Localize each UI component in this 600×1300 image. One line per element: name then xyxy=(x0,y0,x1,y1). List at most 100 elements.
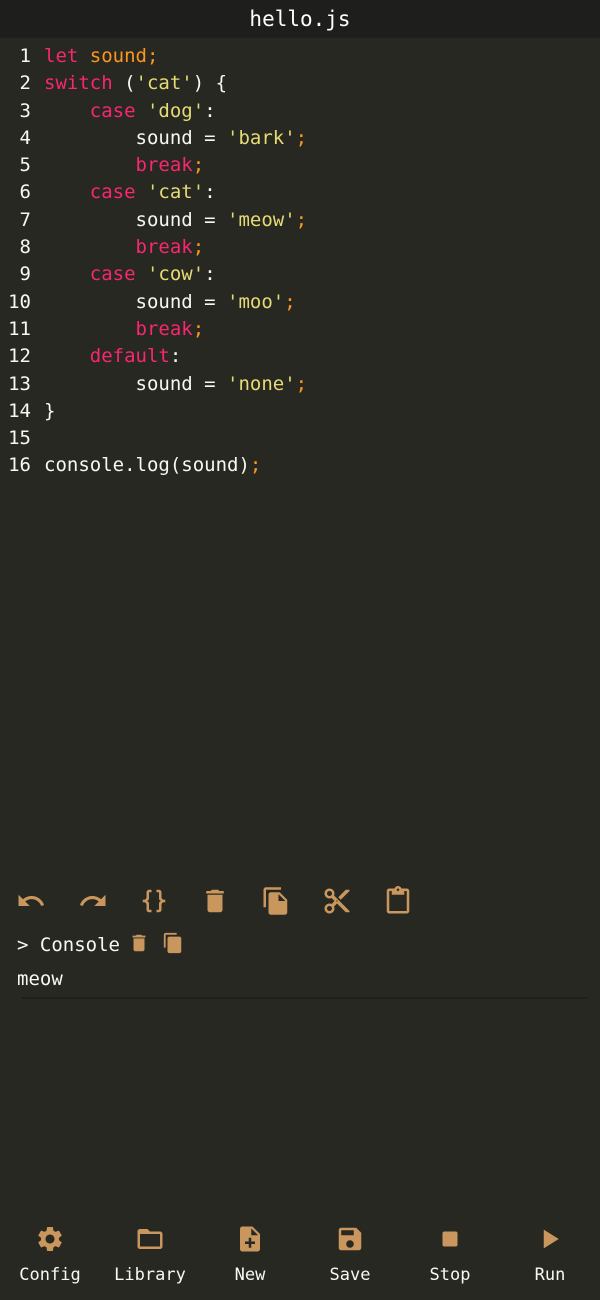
console-output: meow xyxy=(17,968,63,990)
code-text: case 'cat': xyxy=(31,179,216,206)
code-text: sound = 'moo'; xyxy=(31,289,296,316)
code-text: default: xyxy=(31,343,182,370)
code-line[interactable]: 12 default: xyxy=(0,343,600,370)
line-number: 3 xyxy=(19,99,31,122)
line-number: 9 xyxy=(19,263,31,286)
play-icon xyxy=(533,1222,567,1256)
code-text: case 'dog': xyxy=(31,98,216,125)
redo-icon[interactable] xyxy=(76,884,110,918)
line-number: 16 xyxy=(8,454,31,477)
code-line[interactable]: 14} xyxy=(0,398,600,425)
console-header: > Console xyxy=(17,930,188,960)
code-token: ; xyxy=(192,154,205,177)
code-text: sound = 'bark'; xyxy=(31,125,308,152)
code-token: 'moo' xyxy=(227,290,285,313)
code-token: : xyxy=(204,263,216,286)
code-token: ) { xyxy=(192,72,228,95)
code-token: sound = xyxy=(44,126,228,149)
line-number: 15 xyxy=(8,427,31,450)
code-token: 'cat' xyxy=(146,181,205,204)
line-number: 14 xyxy=(8,399,31,422)
code-line[interactable]: 7 sound = 'meow'; xyxy=(0,207,600,234)
folder-icon xyxy=(133,1222,167,1256)
clear-console-icon[interactable] xyxy=(128,932,154,958)
code-token: ( xyxy=(112,72,136,95)
save-label: Save xyxy=(329,1265,371,1285)
code-text: sound = 'none'; xyxy=(31,371,308,398)
code-editor[interactable]: 1 let sound; 2 switch ('cat') {3 case 'dog'… xyxy=(0,43,600,480)
code-line[interactable]: 16 console.log(sound); xyxy=(0,452,600,479)
line-number: 12 xyxy=(8,345,31,368)
code-line[interactable]: 15 xyxy=(0,425,600,452)
code-text: switch ('cat') { xyxy=(31,70,227,97)
config-button[interactable]: Config xyxy=(0,1222,100,1292)
code-token: break xyxy=(135,236,193,259)
new-button[interactable]: New xyxy=(200,1222,300,1292)
code-line[interactable]: 9 case 'cow': xyxy=(0,261,600,288)
new-file-icon xyxy=(233,1222,267,1256)
title-bar: hello.js xyxy=(0,0,600,38)
line-number: 1 xyxy=(19,45,31,67)
code-line[interactable]: 8 break; xyxy=(0,234,600,261)
undo-icon[interactable] xyxy=(14,884,48,918)
line-number: 13 xyxy=(8,372,31,395)
code-line[interactable]: 5 break; xyxy=(0,152,600,179)
code-text: break; xyxy=(31,316,205,343)
code-token: ; xyxy=(192,236,205,259)
code-token: ; xyxy=(295,208,308,231)
paste-icon[interactable] xyxy=(381,884,415,918)
code-line[interactable]: 2 switch ('cat') { xyxy=(0,70,600,97)
code-line[interactable]: 10 sound = 'moo'; xyxy=(0,289,600,316)
code-token: ; xyxy=(249,454,262,477)
code-token: sound = xyxy=(44,208,228,231)
code-token: 'none' xyxy=(227,372,296,395)
code-token: ; xyxy=(146,45,159,67)
line-number: 7 xyxy=(19,208,31,231)
copy-console-icon[interactable] xyxy=(162,932,188,958)
code-token: console.log(sound) xyxy=(44,454,250,477)
code-line[interactable]: 11 break; xyxy=(0,316,600,343)
console-label: > Console xyxy=(17,934,120,956)
line-number: 10 xyxy=(8,290,31,313)
code-token: switch xyxy=(44,72,113,95)
code-token: sound xyxy=(89,45,147,67)
code-line[interactable]: 3 case 'dog': xyxy=(0,98,600,125)
run-button[interactable]: Run xyxy=(500,1222,600,1292)
copy-icon[interactable] xyxy=(259,884,293,918)
code-line[interactable]: 13 sound = 'none'; xyxy=(0,371,600,398)
code-token: : xyxy=(169,345,182,368)
save-button[interactable]: Save xyxy=(300,1222,400,1292)
code-token: case xyxy=(89,181,136,204)
delete-icon[interactable] xyxy=(198,884,232,918)
save-icon xyxy=(333,1222,367,1256)
code-token: break xyxy=(135,317,193,340)
cut-icon[interactable] xyxy=(320,884,354,918)
code-line[interactable]: 4 sound = 'bark'; xyxy=(0,125,600,152)
code-line[interactable]: 1 let sound; xyxy=(0,43,600,70)
run-label: Run xyxy=(534,1265,566,1285)
console-divider xyxy=(22,997,588,999)
format-braces-icon[interactable] xyxy=(137,884,171,918)
code-token: 'bark' xyxy=(227,126,296,149)
bottom-nav: Config Library New Save Stop Run xyxy=(0,1222,600,1292)
code-token: sound = xyxy=(44,290,228,313)
library-button[interactable]: Library xyxy=(100,1222,200,1292)
code-token: : xyxy=(204,181,216,204)
code-text: sound = 'meow'; xyxy=(31,207,308,234)
stop-button[interactable]: Stop xyxy=(400,1222,500,1292)
file-title: hello.js xyxy=(249,7,351,31)
code-token: ; xyxy=(295,372,308,395)
code-text: break; xyxy=(31,152,205,179)
stop-icon xyxy=(433,1222,467,1256)
code-line[interactable]: 6 case 'cat': xyxy=(0,179,600,206)
